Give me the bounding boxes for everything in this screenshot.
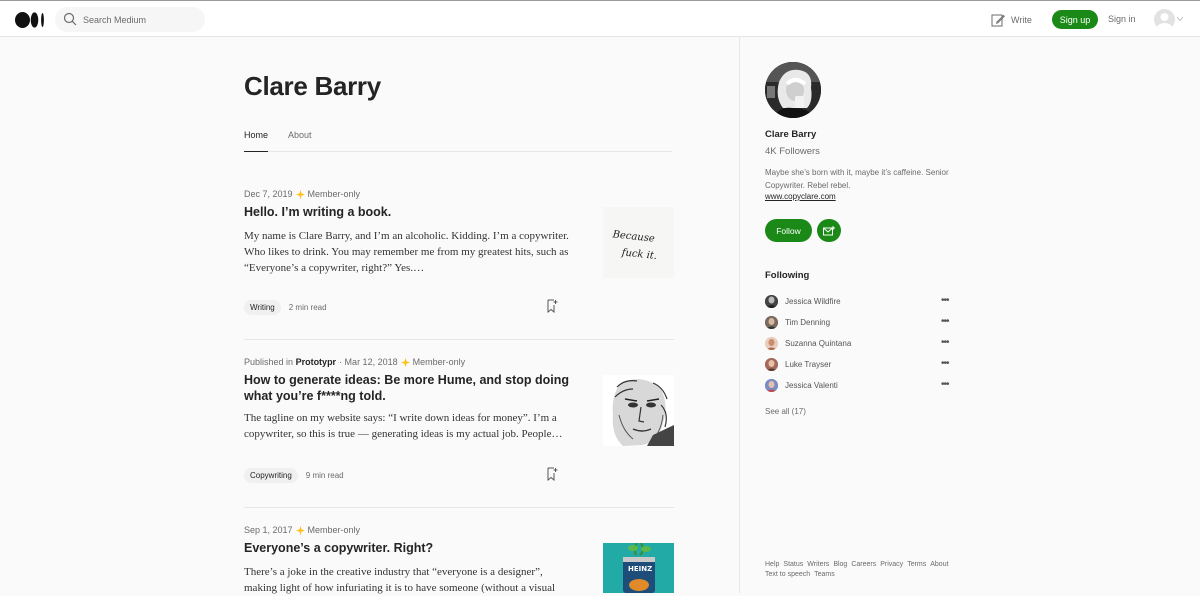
article-thumbnail[interactable]: [603, 375, 674, 446]
footer-link-text-to-speech[interactable]: Text to speech: [765, 571, 810, 578]
user-avatar-icon[interactable]: [1154, 9, 1175, 30]
footer-link-teams[interactable]: Teams: [814, 571, 835, 578]
following-name[interactable]: Suzanna Quintana: [785, 339, 851, 348]
mail-plus-icon: [823, 225, 835, 235]
footer-link-writers[interactable]: Writers: [807, 561, 829, 568]
footer-link-terms[interactable]: Terms: [907, 561, 926, 568]
following-item[interactable]: Jessica Wildfire •••: [765, 295, 955, 309]
article-excerpt[interactable]: My name is Clare Barry, and I’m an alcoh…: [244, 228, 574, 276]
bookmark-icon[interactable]: [546, 467, 558, 481]
article-tag[interactable]: Writing: [244, 300, 281, 315]
footer-link-careers[interactable]: Careers: [851, 561, 876, 568]
handwriting-thumbnail-image: Because fuck it.: [603, 207, 674, 278]
footer-link-privacy[interactable]: Privacy: [880, 561, 903, 568]
footer-link-status[interactable]: Status: [783, 561, 803, 568]
footer-links: Help Status Writers Blog Careers Privacy Terms…: [765, 560, 965, 580]
article-thumbnail[interactable]: Because fuck it.: [603, 207, 674, 278]
top-navigation-bar: Write Sign up Sign in: [0, 0, 1200, 37]
column-divider: [739, 37, 740, 593]
read-time: 9 min read: [305, 471, 344, 480]
article-date: Sep 1, 2017: [244, 525, 293, 535]
article-thumbnail[interactable]: HEINZ: [603, 543, 674, 593]
profile-tabs: Home About: [244, 130, 672, 152]
footer-link-help[interactable]: Help: [765, 561, 779, 568]
article-meta: Dec 7, 2019 Member-only: [244, 189, 360, 199]
write-label: Write: [1011, 15, 1032, 25]
article-date: Dec 7, 2019: [244, 189, 293, 199]
published-in-label: Published in: [244, 357, 294, 367]
search-input[interactable]: [83, 11, 201, 28]
search-box[interactable]: [55, 7, 205, 32]
more-options-icon[interactable]: •••: [941, 359, 949, 369]
member-star-icon: [295, 189, 305, 199]
author-bio: Maybe she’s born with it, maybe it’s caf…: [765, 168, 949, 190]
following-avatar: [765, 337, 778, 350]
article-meta: Published in Prototypr · Mar 12, 2018 Me…: [244, 357, 465, 367]
default-avatar-icon: [1156, 13, 1173, 30]
search-icon: [63, 12, 77, 26]
article-tag[interactable]: Copywriting: [244, 468, 298, 483]
followers-count[interactable]: 4K Followers: [765, 146, 820, 157]
article-excerpt[interactable]: The tagline on my website says: “I write…: [244, 410, 574, 442]
following-item[interactable]: Suzanna Quintana •••: [765, 337, 955, 351]
member-star-icon: [400, 357, 410, 367]
publication-info: Published in Prototypr: [244, 357, 336, 367]
hume-engraving-image: [603, 375, 674, 446]
member-only-label: Member-only: [307, 189, 361, 199]
member-only-label: Member-only: [307, 525, 361, 535]
more-options-icon[interactable]: •••: [941, 380, 949, 390]
article-date: · Mar 12, 2018: [339, 357, 398, 367]
following-name[interactable]: Jessica Wildfire: [785, 297, 841, 306]
publication-name[interactable]: Prototypr: [296, 357, 337, 367]
following-avatar: [765, 295, 778, 308]
article-title[interactable]: Hello. I’m writing a book.: [244, 204, 574, 220]
bookmark-icon[interactable]: [546, 299, 558, 313]
article-meta: Sep 1, 2017 Member-only: [244, 525, 360, 535]
author-photo-image: [765, 62, 821, 118]
following-heading: Following: [765, 270, 810, 281]
footer-link-blog[interactable]: Blog: [833, 561, 847, 568]
following-name[interactable]: Jessica Valenti: [785, 381, 838, 390]
member-star-icon: [295, 525, 305, 535]
author-website-link[interactable]: www.copyclare.com: [765, 192, 836, 201]
more-options-icon[interactable]: •••: [941, 338, 949, 348]
member-only-label: Member-only: [412, 357, 466, 367]
following-avatar: [765, 316, 778, 329]
article-separator: [244, 507, 674, 508]
heinz-label: HEINZ: [628, 565, 652, 573]
medium-logo-icon[interactable]: [15, 12, 45, 28]
following-avatar: [765, 358, 778, 371]
heinz-can-image: HEINZ: [603, 543, 674, 593]
article-footer: Copywriting 9 min read: [244, 468, 344, 483]
follow-button[interactable]: Follow: [765, 219, 812, 242]
tab-home[interactable]: Home: [244, 130, 268, 152]
write-link[interactable]: Write: [991, 12, 1032, 28]
tab-about[interactable]: About: [288, 130, 312, 152]
article-title[interactable]: How to generate ideas: Be more Hume, and…: [244, 372, 574, 404]
write-icon: [991, 14, 1005, 27]
following-item[interactable]: Luke Trayser •••: [765, 358, 955, 372]
sidebar-author-name[interactable]: Clare Barry: [765, 129, 816, 140]
article-excerpt[interactable]: There’s a joke in the creative industry …: [244, 564, 574, 596]
more-options-icon[interactable]: •••: [941, 296, 949, 306]
following-avatar: [765, 379, 778, 392]
page-title: Clare Barry: [244, 71, 381, 101]
article-footer: Writing 2 min read: [244, 300, 327, 315]
following-name[interactable]: Tim Denning: [785, 318, 830, 327]
chevron-down-icon[interactable]: [1177, 17, 1183, 21]
article-title[interactable]: Everyone’s a copywriter. Right?: [244, 540, 574, 556]
footer-link-about[interactable]: About: [930, 561, 948, 568]
subscribe-email-button[interactable]: [817, 219, 841, 242]
sign-up-button[interactable]: Sign up: [1052, 10, 1098, 29]
more-options-icon[interactable]: •••: [941, 317, 949, 327]
article-separator: [244, 339, 674, 340]
following-item[interactable]: Tim Denning •••: [765, 316, 955, 330]
see-all-following-link[interactable]: See all (17): [765, 407, 806, 416]
following-name[interactable]: Luke Trayser: [785, 360, 831, 369]
author-avatar[interactable]: [765, 62, 821, 118]
read-time: 2 min read: [288, 303, 327, 312]
following-item[interactable]: Jessica Valenti •••: [765, 379, 955, 393]
sign-in-link[interactable]: Sign in: [1108, 14, 1136, 24]
